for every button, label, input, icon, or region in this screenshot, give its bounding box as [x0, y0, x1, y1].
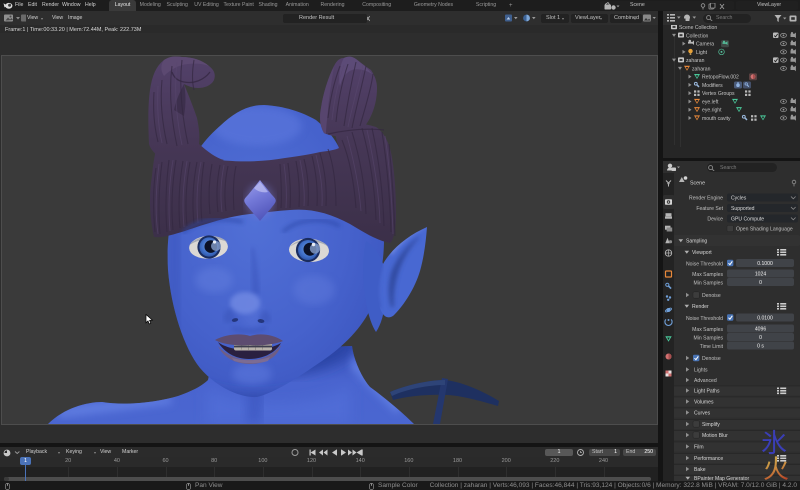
svg-text:Max Samples: Max Samples: [692, 272, 723, 278]
svg-text:zaharan: zaharan: [692, 66, 711, 72]
svg-text:0.1000: 0.1000: [757, 261, 773, 267]
svg-text:Time Limit: Time Limit: [700, 344, 724, 350]
svg-text:Modifiers: Modifiers: [702, 83, 723, 89]
svg-text:Viewport: Viewport: [692, 250, 712, 256]
svg-text:4096: 4096: [755, 327, 766, 333]
svg-text:Film: Film: [694, 445, 704, 451]
svg-text:Min Samples: Min Samples: [694, 281, 724, 287]
svg-text:氷: 氷: [761, 429, 787, 458]
svg-text:Denoise: Denoise: [702, 356, 721, 362]
svg-text:Light: Light: [696, 50, 708, 56]
svg-text:Sampling: Sampling: [686, 239, 707, 245]
svg-text:RetopoFlow.002: RetopoFlow.002: [702, 75, 739, 81]
svg-text:Collection: Collection: [686, 33, 709, 39]
svg-text:Bake: Bake: [694, 467, 706, 473]
svg-text:Supported: Supported: [731, 206, 755, 212]
svg-text:Render Engine: Render Engine: [689, 196, 723, 202]
svg-text:Max Samples: Max Samples: [692, 327, 723, 333]
svg-text:Noise Threshold: Noise Threshold: [686, 262, 723, 268]
svg-text:Min Samples: Min Samples: [694, 336, 724, 342]
svg-text:Motion Blur: Motion Blur: [702, 433, 728, 439]
svg-text:0.0100: 0.0100: [757, 316, 773, 322]
svg-text:Performance: Performance: [694, 456, 723, 462]
svg-text:eye.left: eye.left: [702, 99, 719, 105]
svg-text:Denoise: Denoise: [702, 293, 721, 299]
svg-text:Volumes: Volumes: [694, 400, 714, 406]
svg-text:zaharan: zaharan: [686, 58, 705, 64]
svg-text:Scene Collection: Scene Collection: [679, 25, 717, 31]
svg-text:eye.right: eye.right: [702, 108, 722, 114]
svg-text:GPU Compute: GPU Compute: [731, 217, 764, 223]
svg-text:Open Shading Language: Open Shading Language: [736, 227, 793, 233]
svg-text:Advanced: Advanced: [694, 378, 717, 384]
svg-text:1024: 1024: [755, 272, 766, 278]
svg-text:mouth cavity: mouth cavity: [702, 116, 731, 122]
svg-text:Camera: Camera: [696, 42, 714, 48]
svg-text:Curves: Curves: [694, 411, 711, 417]
svg-text:Device: Device: [707, 217, 723, 223]
svg-text:Light Paths: Light Paths: [694, 389, 720, 395]
svg-text:Scene: Scene: [690, 181, 705, 187]
svg-text:Feature Set: Feature Set: [696, 206, 723, 212]
svg-text:Noise Threshold: Noise Threshold: [686, 316, 723, 322]
svg-text:0: 0: [759, 280, 762, 286]
svg-text:Render: Render: [692, 304, 709, 310]
svg-text:Simplify: Simplify: [702, 422, 720, 428]
svg-text:火: 火: [763, 455, 789, 482]
svg-text:Vertex Groups: Vertex Groups: [702, 91, 735, 97]
svg-text:Cycles: Cycles: [731, 196, 747, 202]
svg-text:0: 0: [759, 335, 762, 341]
svg-text:0 s: 0 s: [757, 344, 764, 350]
svg-text:Lights: Lights: [694, 368, 708, 374]
